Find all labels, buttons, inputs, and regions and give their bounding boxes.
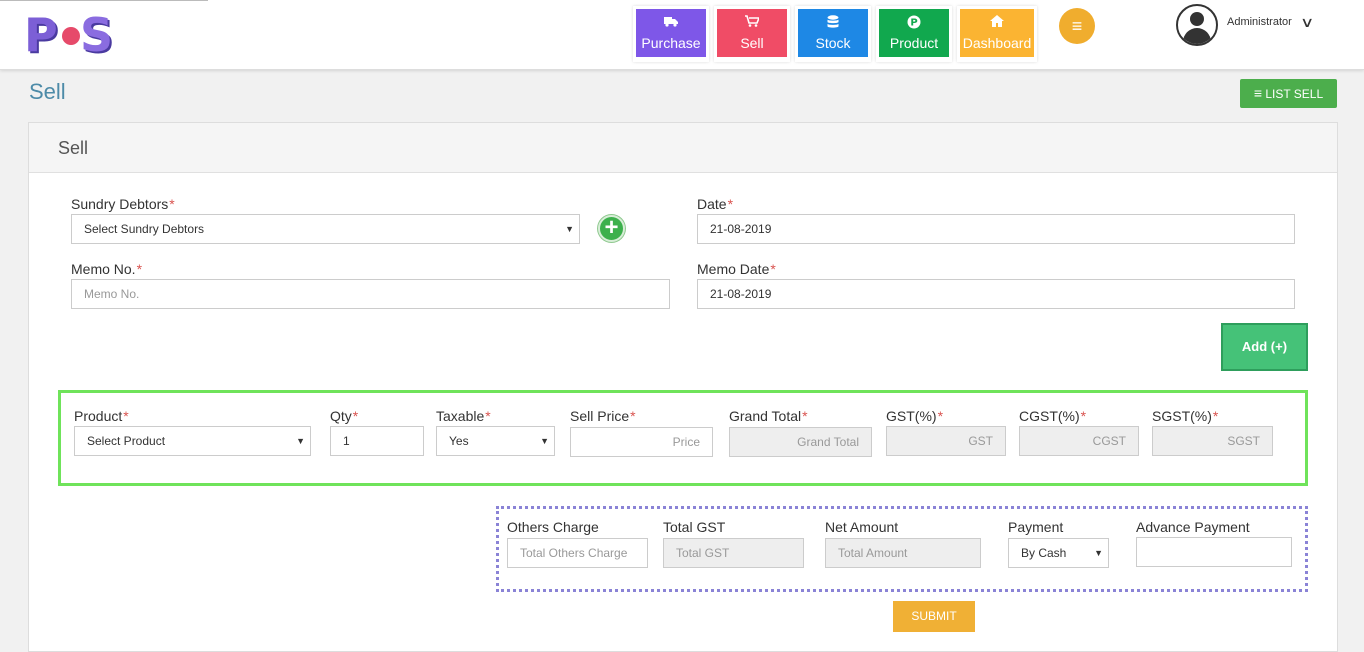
nav-purchase-label: Purchase <box>641 35 701 51</box>
others-charge-input[interactable] <box>507 538 648 568</box>
chevron-down-icon[interactable]: ∨ <box>1300 14 1314 31</box>
nav-stock-label: Stock <box>815 35 851 51</box>
gst-input <box>886 426 1006 456</box>
total-gst-input <box>663 538 804 568</box>
taxable-select[interactable]: Yes ▼ <box>436 426 555 456</box>
pos-logo[interactable]: P S <box>24 12 124 58</box>
advance-payment-label: Advance Payment <box>1136 519 1250 535</box>
top-accent-line <box>0 0 208 1</box>
menu-toggle-button[interactable]: ≡ <box>1059 8 1095 44</box>
nav-product-button[interactable]: P Product <box>879 9 949 57</box>
panel-title: Sell <box>58 138 89 158</box>
date-label: Date* <box>697 196 734 212</box>
panel-header: Sell <box>29 123 1337 173</box>
nav-product-label: Product <box>889 35 939 51</box>
add-debtor-button[interactable]: + <box>598 215 625 242</box>
sundry-debtors-select[interactable]: Select Sundry Debtors ▼ <box>71 214 580 244</box>
nav-dashboard-label: Dashboard <box>962 35 1032 51</box>
cgst-input <box>1019 426 1139 456</box>
nav-dashboard-button[interactable]: Dashboard <box>960 9 1034 57</box>
memo-date-label: Memo Date* <box>697 261 776 277</box>
list-sell-label: LIST SELL <box>1265 87 1324 101</box>
gst-label: GST(%)* <box>886 408 944 424</box>
caret-down-icon: ▼ <box>565 224 574 234</box>
logo-dot-icon <box>62 27 80 45</box>
user-name[interactable]: Administrator <box>1227 16 1292 28</box>
grand-total-label: Grand Total* <box>729 408 808 424</box>
user-avatar[interactable] <box>1176 4 1218 46</box>
sgst-input <box>1152 426 1273 456</box>
svg-text:P: P <box>910 18 917 29</box>
logo-letter-p: P <box>24 8 58 62</box>
product-select[interactable]: Select Product ▼ <box>74 426 311 456</box>
sgst-label: SGST(%)* <box>1152 408 1219 424</box>
add-product-button[interactable]: Add (+) <box>1221 323 1308 371</box>
plus-icon: + <box>604 214 619 241</box>
payment-select[interactable]: By Cash ▼ <box>1008 538 1109 568</box>
nav-sell-button[interactable]: Sell <box>717 9 787 57</box>
cart-icon <box>717 15 787 31</box>
list-sell-button[interactable]: ≡ LIST SELL <box>1240 79 1337 108</box>
memo-no-input[interactable] <box>71 279 670 309</box>
nav-purchase-button[interactable]: Purchase <box>636 9 706 57</box>
nav-wrap-purchase: Purchase <box>633 6 709 62</box>
hamburger-icon: ≡ <box>1071 16 1083 36</box>
memo-date-input[interactable] <box>697 279 1295 309</box>
caret-down-icon: ▼ <box>296 436 305 446</box>
payment-label: Payment <box>1008 519 1064 535</box>
net-amount-input <box>825 538 981 568</box>
sundry-debtors-label: Sundry Debtors* <box>71 196 175 212</box>
date-input[interactable] <box>697 214 1295 244</box>
nav-wrap-dashboard: Dashboard <box>957 6 1037 62</box>
nav-wrap-stock: Stock <box>795 6 871 62</box>
top-navbar: P S Purchase Sell Stock P Product Dashbo… <box>0 0 1364 70</box>
total-gst-label: Total GST <box>663 519 726 535</box>
nav-stock-button[interactable]: Stock <box>798 9 868 57</box>
logo-letter-s: S <box>80 8 114 62</box>
advance-payment-input[interactable] <box>1136 537 1292 567</box>
database-icon <box>798 15 868 31</box>
cgst-label: CGST(%)* <box>1019 408 1087 424</box>
sell-price-input[interactable] <box>570 427 713 457</box>
home-icon <box>960 15 1034 31</box>
nav-wrap-product: P Product <box>876 6 952 62</box>
net-amount-label: Net Amount <box>825 519 899 535</box>
others-charge-label: Others Charge <box>507 519 599 535</box>
list-icon: ≡ <box>1253 85 1262 101</box>
caret-down-icon: ▼ <box>1094 548 1103 558</box>
caret-down-icon: ▼ <box>540 436 549 446</box>
nav-sell-label: Sell <box>740 35 764 51</box>
qty-input[interactable] <box>330 426 424 456</box>
page-title: Sell <box>29 79 66 104</box>
sell-price-label: Sell Price* <box>570 408 636 424</box>
truck-icon <box>636 15 706 31</box>
qty-label: Qty* <box>330 408 359 424</box>
product-p-icon: P <box>879 15 949 31</box>
product-label: Product* <box>74 408 129 424</box>
nav-wrap-sell: Sell <box>714 6 790 62</box>
memo-no-label: Memo No.* <box>71 261 143 277</box>
grand-total-input <box>729 427 872 457</box>
submit-button[interactable]: SUBMIT <box>893 601 975 632</box>
taxable-label: Taxable* <box>436 408 491 424</box>
